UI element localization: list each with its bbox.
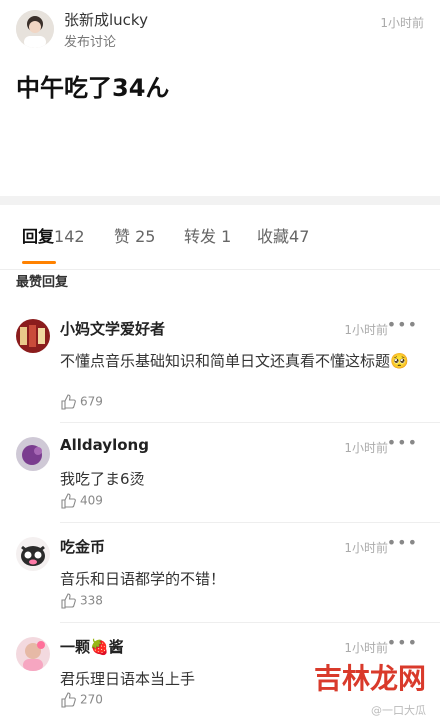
more-options-icon[interactable]: ••• (387, 433, 418, 452)
comment-item: 吃金币 1小时前 ••• 音乐和日语都学的不错！ 338 (0, 523, 440, 623)
author-avatar[interactable] (16, 10, 54, 48)
comment-time: 1小时前 (344, 541, 388, 555)
comment-text: 我吃了ま6烫 (60, 470, 145, 488)
commenter-avatar[interactable] (16, 437, 50, 471)
like-count: 679 (80, 394, 103, 409)
thumbs-up-icon (61, 692, 76, 708)
comment-time: 1小时前 (344, 441, 388, 455)
tab-reposts-count: 1 (221, 227, 232, 246)
post-card: 张新成lucky 发布讨论 1小时前 中午吃了34ん (0, 0, 440, 196)
comment-text: 不懂点音乐基础知识和简单日文还真看不懂这标题🥺 (60, 352, 409, 370)
more-options-icon[interactable]: ••• (387, 315, 418, 334)
like-count: 338 (80, 593, 103, 608)
commenter-name[interactable]: 吃金币 (60, 536, 105, 557)
like-count: 409 (80, 493, 103, 508)
tab-favorites-count: 47 (289, 227, 310, 246)
tab-bar: 回复142 赞 25 转发 1 收藏47 (0, 223, 440, 270)
comment-item: 小妈文学爱好者 1小时前 ••• 不懂点音乐基础知识和简单日文还真看不懂这标题🥺… (0, 305, 440, 423)
more-options-icon[interactable]: ••• (387, 533, 418, 552)
active-tab-indicator (22, 261, 56, 264)
like-count: 270 (80, 692, 103, 707)
like-button[interactable]: 270 (60, 692, 103, 708)
source-watermark: @一口大瓜 (371, 704, 426, 717)
thumbs-up-icon (61, 394, 76, 410)
comment-time: 1小时前 (344, 323, 388, 337)
tab-likes[interactable]: 赞 25 (114, 223, 155, 247)
tab-divider (0, 269, 440, 270)
tab-reposts[interactable]: 转发 1 (184, 223, 231, 247)
tab-favorites[interactable]: 收藏47 (257, 223, 309, 247)
post-subtitle: 发布讨论 (64, 35, 117, 50)
commenter-name[interactable]: 小妈文学爱好者 (60, 318, 165, 339)
tab-replies-label: 回复 (22, 227, 55, 246)
tab-replies-count: 142 (54, 227, 85, 246)
site-watermark: 吉林龙网 (313, 662, 426, 695)
commenter-name[interactable]: Alldaylong (60, 436, 149, 454)
commenter-avatar[interactable] (16, 319, 50, 353)
author-name[interactable]: 张新成lucky (64, 9, 148, 30)
like-button[interactable]: 679 (60, 394, 103, 410)
tab-favorites-label: 收藏 (257, 227, 290, 246)
comment-time: 1小时前 (344, 641, 388, 655)
thumbs-up-icon (61, 593, 76, 609)
comment-item: Alldaylong 1小时前 ••• 我吃了ま6烫 409 (0, 423, 440, 523)
commenter-name[interactable]: 一颗🍓酱 (60, 636, 124, 657)
like-button[interactable]: 338 (60, 593, 103, 609)
more-options-icon[interactable]: ••• (387, 633, 418, 652)
thumbs-up-icon (61, 493, 76, 509)
tab-reposts-label: 转发 (184, 227, 217, 246)
post-text: 中午吃了34ん (16, 74, 170, 102)
tab-replies[interactable]: 回复142 (22, 223, 85, 247)
section-title: 最赞回复 (16, 275, 69, 290)
post-timestamp: 1小时前 (380, 16, 424, 30)
like-button[interactable]: 409 (60, 493, 103, 509)
tab-likes-count: 25 (135, 227, 156, 246)
commenter-avatar[interactable] (16, 637, 50, 671)
comment-text: 音乐和日语都学的不错！ (60, 570, 226, 588)
commenter-avatar[interactable] (16, 537, 50, 571)
tab-likes-label: 赞 (114, 227, 131, 246)
